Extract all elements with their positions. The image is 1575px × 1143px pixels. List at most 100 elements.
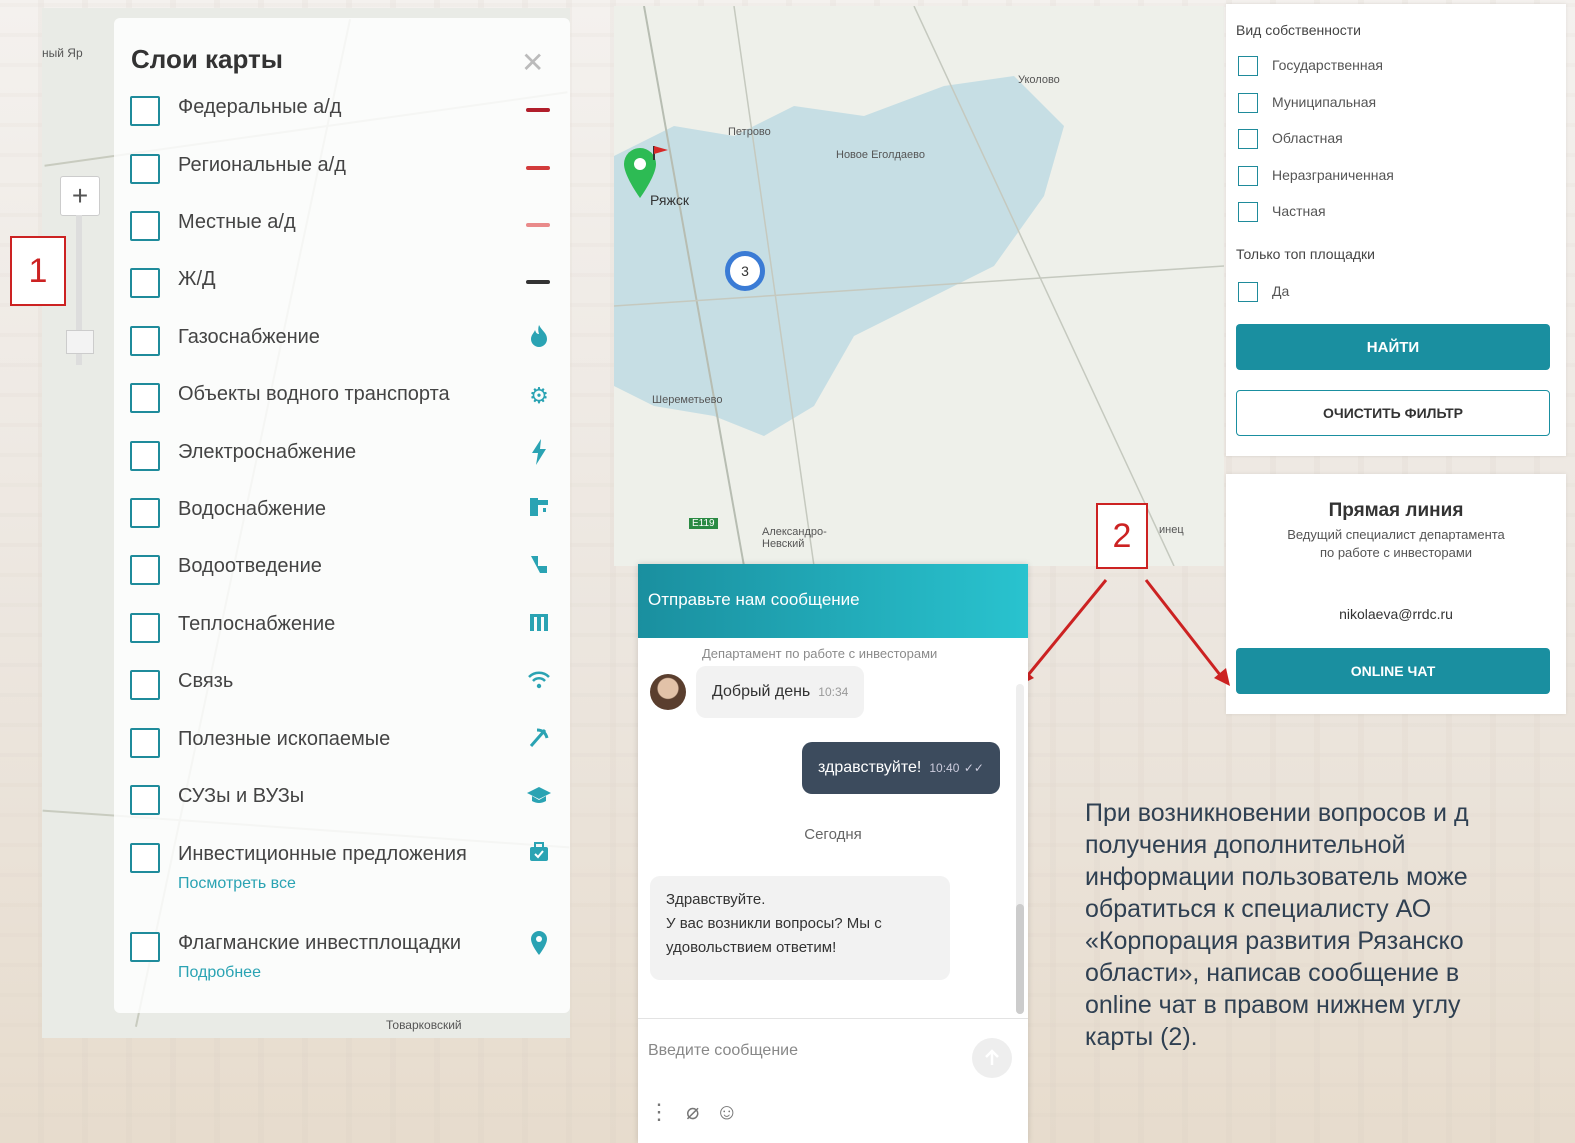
map-place-label: Товарковский: [386, 1018, 462, 1032]
contact-email[interactable]: nikolaeva@rrdc.ru: [1226, 606, 1566, 622]
layer-row-investment-offers[interactable]: Инвестиционные предложения Посмотреть вс…: [130, 837, 550, 897]
map-layers-panel: Слои карты ✕ Федеральные а/д Региональны…: [114, 18, 570, 1013]
chat-auto-message: Здравствуйте. У вас возникли вопросы? Мы…: [650, 876, 950, 980]
layer-row-water-transport[interactable]: Объекты водного транспорта ⚙: [130, 377, 550, 417]
layer-checkbox[interactable]: [130, 843, 160, 873]
layer-checkbox[interactable]: [130, 441, 160, 471]
briefcase-icon: [524, 841, 554, 871]
pipe-icon: [524, 553, 554, 583]
filter-checkbox[interactable]: [1238, 93, 1258, 113]
instruction-line: обратиться к специалисту АО: [1085, 895, 1432, 923]
layer-label: СУЗы и ВУЗы: [178, 785, 305, 807]
clear-filter-button[interactable]: ОЧИСТИТЬ ФИЛЬТР: [1236, 390, 1550, 436]
layer-row-local-roads[interactable]: Местные а/д: [130, 205, 550, 245]
filter-option-label: Государственная: [1272, 57, 1384, 73]
layer-row-minerals[interactable]: Полезные ископаемые: [130, 722, 550, 762]
layer-row-sewerage[interactable]: Водоотведение: [130, 549, 550, 589]
date-separator: Сегодня: [804, 826, 862, 843]
view-all-link[interactable]: Посмотреть все: [178, 875, 296, 893]
ownership-heading: Вид собственности: [1236, 22, 1361, 38]
layer-checkbox[interactable]: [130, 728, 160, 758]
layer-checkbox[interactable]: [130, 326, 160, 356]
auto-message-line: Здравствуйте.: [666, 891, 766, 908]
more-options-icon[interactable]: ⋮: [648, 1099, 670, 1124]
arrow-up-icon: [985, 1049, 999, 1065]
message-text: Добрый день: [712, 683, 811, 700]
layer-row-regional-roads[interactable]: Региональные а/д: [130, 148, 550, 188]
layer-row-gas[interactable]: Газоснабжение: [130, 320, 550, 360]
layer-label: Объекты водного транспорта: [178, 383, 450, 405]
chat-header: Отправьте нам сообщение: [638, 564, 1028, 638]
layer-checkbox[interactable]: [130, 383, 160, 413]
zoom-slider-handle[interactable]: [66, 330, 94, 354]
chat-widget: Отправьте нам сообщение Департамент по р…: [638, 564, 1028, 1143]
instruction-line: При возникновении вопросов и д: [1085, 799, 1469, 827]
right-map-view[interactable]: Уколово Петрово Новое Еголдаево Ряжск Ше…: [614, 6, 1224, 566]
layer-label: Полезные ископаемые: [178, 728, 391, 750]
filter-checkbox[interactable]: [1238, 202, 1258, 222]
map-cluster-marker[interactable]: 3: [725, 251, 765, 291]
layer-row-flagship-sites[interactable]: Флагманские инвестплощадки Подробнее: [130, 926, 550, 986]
layer-row-water-supply[interactable]: Водоснабжение: [130, 492, 550, 532]
plus-icon: +: [71, 180, 89, 211]
layer-checkbox[interactable]: [130, 498, 160, 528]
emoji-icon[interactable]: ☺: [716, 1099, 738, 1124]
layer-row-federal-roads[interactable]: Федеральные а/д: [130, 90, 550, 130]
layer-checkbox[interactable]: [130, 96, 160, 126]
filter-checkbox[interactable]: [1238, 56, 1258, 76]
layer-checkbox[interactable]: [130, 211, 160, 241]
layer-checkbox[interactable]: [130, 785, 160, 815]
district-region-shape: [614, 6, 1224, 566]
instruction-text: При возникновении вопросов и д получения…: [1085, 797, 1575, 1053]
instruction-line: online чат в правом нижнем углу: [1085, 991, 1461, 1019]
map-place-label: Петрово: [728, 126, 771, 138]
send-button[interactable]: [972, 1038, 1012, 1078]
filter-option-label: Муниципальная: [1272, 94, 1377, 110]
map-place-label: Новое Еголдаево: [836, 149, 925, 161]
faucet-icon: [524, 496, 554, 526]
layer-checkbox[interactable]: [130, 555, 160, 585]
close-icon[interactable]: ✕: [521, 46, 544, 79]
filter-panel: Вид собственности Государственная Муници…: [1226, 4, 1566, 456]
map-location-marker[interactable]: [622, 146, 674, 211]
auto-message-line: У вас возникли вопросы? Мы с: [666, 915, 882, 932]
layer-row-heating[interactable]: Теплоснабжение: [130, 607, 550, 647]
divider: [638, 1018, 1028, 1019]
filter-checkbox[interactable]: [1238, 282, 1258, 302]
double-check-icon: ✓✓: [963, 761, 984, 775]
message-time: 10:40: [929, 761, 960, 775]
layer-checkbox[interactable]: [130, 613, 160, 643]
layer-checkbox[interactable]: [130, 932, 160, 962]
layer-checkbox[interactable]: [130, 154, 160, 184]
layers-panel-title: Слои карты: [131, 44, 283, 74]
layer-label: Связь: [178, 670, 234, 692]
top-sites-heading: Только топ площадки: [1236, 246, 1375, 262]
layer-checkbox[interactable]: [130, 670, 160, 700]
filter-checkbox[interactable]: [1238, 166, 1258, 186]
chat-scrollbar-thumb[interactable]: [1016, 904, 1024, 1014]
layer-row-education[interactable]: СУЗы и ВУЗы: [130, 779, 551, 819]
layer-row-communication[interactable]: Связь: [130, 664, 550, 704]
callout-arrows: [1018, 579, 1230, 686]
graduation-cap-icon: [524, 783, 554, 813]
online-chat-button[interactable]: ONLINE ЧАТ: [1236, 648, 1550, 694]
layer-label: Водоснабжение: [178, 498, 327, 520]
direct-line-subtitle: Ведущий специалист департамента по работ…: [1287, 527, 1505, 560]
chat-message-in: Добрый день 10:34: [696, 666, 865, 718]
filter-option-label: Областная: [1272, 130, 1343, 146]
message-time: 10:34: [818, 685, 849, 699]
attachment-icon[interactable]: ⌀: [686, 1099, 699, 1124]
message-input[interactable]: Введите сообщение: [648, 1042, 798, 1060]
zoom-in-button[interactable]: +: [60, 176, 100, 216]
map-place-label: Александро-Невский: [762, 526, 827, 550]
filter-checkbox[interactable]: [1238, 129, 1258, 149]
find-button[interactable]: НАЙТИ: [1236, 324, 1550, 370]
layer-row-railway[interactable]: Ж/Д: [130, 262, 550, 302]
layer-row-electricity[interactable]: Электроснабжение: [130, 435, 550, 475]
layer-checkbox[interactable]: [130, 268, 160, 298]
chat-message-out: здравствуйте! 10:40 ✓✓: [802, 742, 1000, 794]
railway-legend-line: [526, 280, 550, 284]
details-link[interactable]: Подробнее: [178, 964, 261, 982]
direct-line-title: Прямая линия: [1328, 500, 1464, 521]
anchor-icon: ⚙: [529, 383, 549, 408]
